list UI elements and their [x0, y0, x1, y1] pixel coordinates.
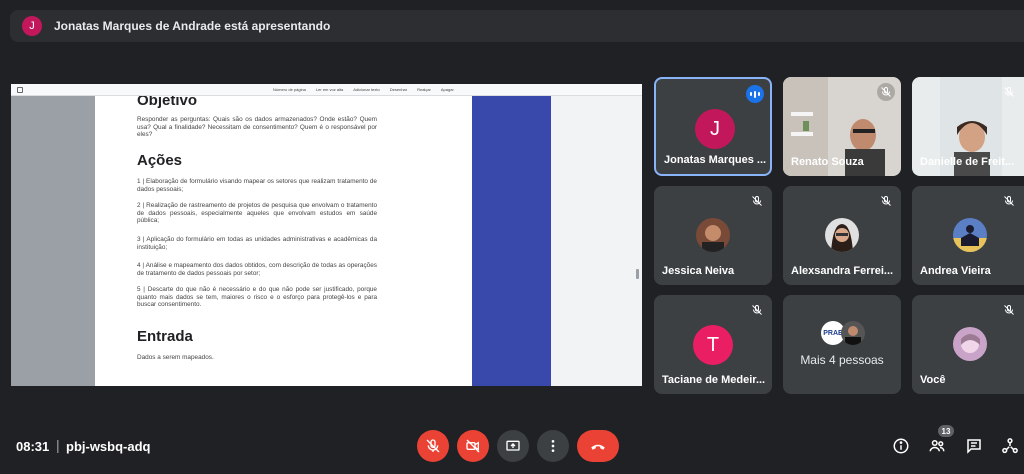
mic-off-icon: [426, 439, 440, 453]
participant-name: Danielle de Freit...: [920, 156, 1015, 168]
avatar: [841, 321, 865, 345]
toolbar-item[interactable]: Adicionar texto: [353, 87, 379, 92]
toolbar-item[interactable]: Realçar: [417, 87, 431, 92]
participant-tile[interactable]: T Taciane de Medeir...: [654, 295, 772, 394]
participant-tile[interactable]: Jessica Neiva: [654, 186, 772, 285]
section-heading: Ações: [137, 152, 183, 169]
mic-off-icon: [1000, 192, 1018, 210]
camera-toggle-button[interactable]: [457, 430, 489, 462]
mic-off-icon: [748, 301, 766, 319]
participant-name: Alexsandra Ferrei...: [791, 265, 894, 277]
toolbar-item[interactable]: Número de página: [273, 87, 306, 92]
section-paragraph: 1 | Elaboração de formulário visando map…: [137, 178, 377, 193]
present-icon: [506, 440, 520, 451]
people-icon: [929, 440, 945, 452]
avatar: [953, 218, 987, 252]
meeting-code: pbj-wsbq-adq: [66, 439, 151, 454]
leave-call-button[interactable]: [577, 430, 619, 462]
activities-icon: [1002, 438, 1018, 454]
avatar: T: [693, 325, 733, 365]
chat-icon: [967, 439, 981, 454]
section-heading: Entrada: [137, 328, 193, 345]
participant-tile[interactable]: Danielle de Freit...: [912, 77, 1024, 176]
participant-tile[interactable]: Renato Souza: [783, 77, 901, 176]
participant-name: Renato Souza: [791, 156, 864, 168]
participant-name: Taciane de Medeir...: [662, 374, 766, 386]
presenter-banner: J Jonatas Marques de Andrade está aprese…: [10, 10, 1024, 42]
slide-side-panel: [472, 96, 551, 386]
participant-name: Andrea Vieira: [920, 265, 991, 277]
more-options-button[interactable]: [537, 430, 569, 462]
section-paragraph: 3 | Aplicação do formulário em todas as …: [137, 236, 377, 251]
menu-icon[interactable]: [17, 86, 23, 93]
section-paragraph: 5 | Descarte do que não é necessário e d…: [137, 286, 377, 309]
mic-off-icon: [1000, 83, 1018, 101]
avatar: [825, 218, 859, 252]
present-screen-button[interactable]: [497, 430, 529, 462]
section-paragraph: 4 | Análise e mapeamento dos dados obtid…: [137, 262, 377, 277]
mic-toggle-button[interactable]: [417, 430, 449, 462]
presenter-avatar: J: [22, 16, 42, 36]
mic-off-icon: [1000, 301, 1018, 319]
section-heading: Objetivo: [137, 96, 198, 109]
section-paragraph: Responder as perguntas: Quais são os dad…: [137, 116, 377, 139]
avatar: [953, 327, 987, 361]
scroll-area: [551, 96, 642, 386]
chat-button[interactable]: [964, 436, 984, 456]
more-people-tile[interactable]: PRAE Mais 4 pessoas: [783, 295, 901, 394]
clock: 08:31: [16, 439, 50, 454]
toolbar-item[interactable]: Ler em voz alta: [316, 87, 343, 92]
avatar: [696, 218, 730, 252]
shared-screen[interactable]: Número de página Ler em voz alta Adicion…: [11, 84, 642, 386]
hangup-icon: [591, 444, 605, 450]
section-paragraph: 2 | Realização de rastreamento de projet…: [137, 202, 377, 225]
participant-name: Você: [920, 374, 946, 386]
camera-off-icon: [466, 439, 480, 453]
mic-off-icon: [748, 192, 766, 210]
participant-count-badge: 13: [938, 425, 954, 437]
participant-tile[interactable]: Andrea Vieira: [912, 186, 1024, 285]
document-page: Objetivo Responder as perguntas: Quais s…: [95, 96, 472, 386]
info-icon: [893, 438, 909, 454]
mic-off-icon: [877, 83, 895, 101]
avatar: J: [695, 109, 735, 149]
scrollbar[interactable]: [636, 269, 639, 279]
toolbar-item[interactable]: Desenhar: [390, 87, 407, 92]
speaking-indicator-icon: [746, 85, 764, 103]
people-button[interactable]: [927, 436, 947, 456]
pdf-toolbar: Número de página Ler em voz alta Adicion…: [11, 84, 642, 96]
section-paragraph: Dados a serem mapeados.: [137, 354, 214, 361]
mic-off-icon: [877, 192, 895, 210]
participant-tile[interactable]: J Jonatas Marques ...: [654, 77, 772, 176]
participant-name: Jonatas Marques ...: [664, 154, 767, 166]
participant-name: Jessica Neiva: [662, 265, 735, 277]
more-people-label: Mais 4 pessoas: [800, 353, 884, 367]
divider: |: [56, 437, 60, 453]
activities-button[interactable]: [1000, 436, 1020, 456]
participant-tile[interactable]: Alexsandra Ferrei...: [783, 186, 901, 285]
presenter-label: Jonatas Marques de Andrade está apresent…: [54, 19, 331, 33]
participant-tile[interactable]: Você: [912, 295, 1024, 394]
more-vert-icon: [551, 440, 555, 452]
meeting-details-button[interactable]: [891, 436, 911, 456]
toolbar-item[interactable]: Apagar: [441, 87, 454, 92]
